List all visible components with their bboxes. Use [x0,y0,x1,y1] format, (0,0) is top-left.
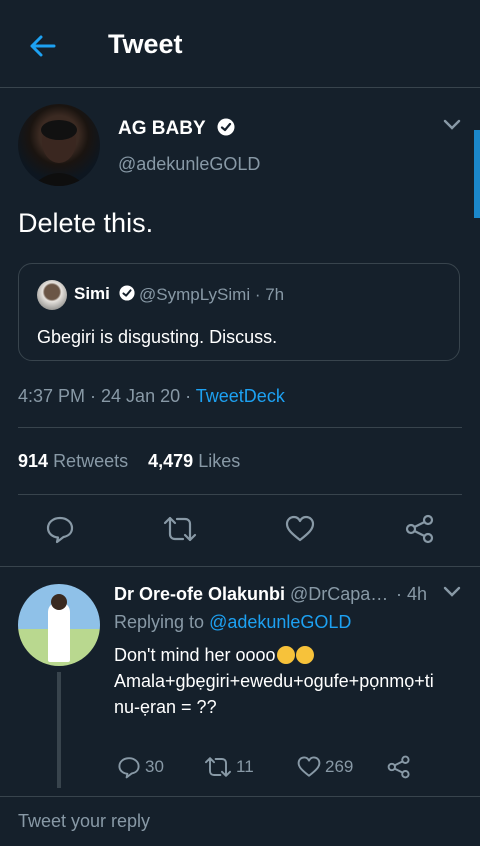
source-link[interactable]: TweetDeck [196,386,285,406]
author-name-text[interactable]: AG BABY [118,118,205,139]
laughing-emoji-icon [295,646,314,664]
reply-actions: 30 11 269 [0,755,480,785]
page-title: Tweet [108,29,183,59]
reply-like-button[interactable]: 269 [297,755,353,779]
retweet-icon [205,757,231,777]
avatar-figure [48,602,70,662]
retweets-label: Retweets [53,451,129,471]
reply-line-3: nu-ẹran = ?? [114,697,217,717]
reply-author-avatar[interactable] [18,584,100,666]
reply-reply-button[interactable]: 30 [117,755,164,779]
reply-time: · 4h [396,584,428,604]
chevron-down-icon[interactable] [442,585,462,599]
share-icon [387,755,410,779]
reply-icon[interactable] [45,514,75,544]
likes-stat[interactable]: 4,479 Likes [148,451,240,471]
retweets-count: 914 [18,451,49,471]
avatar-head [51,594,67,610]
scrollbar[interactable] [474,130,480,218]
retweets-stat[interactable]: 914 Retweets [18,451,128,471]
like-count: 269 [325,757,354,776]
quoted-text: Gbegiri is disgusting. Discuss. [37,327,278,347]
share-icon[interactable] [405,514,435,544]
reply-count: 30 [145,757,164,776]
replying-prefix: Replying to [114,612,210,632]
reply-share-button[interactable] [387,755,411,779]
tweet-text: Delete this. [18,208,154,238]
quoted-tweet[interactable]: Simi @SympLySimi · 7h Gbegiri is disgust… [18,263,460,361]
section-divider [0,566,480,567]
reply-line-2: Amala+gbẹgiri+ewedu+ogufe+pọnmọ+ti [114,671,434,691]
like-heart-icon[interactable] [285,514,315,544]
author-avatar[interactable] [18,104,100,186]
reply-line-1: Don't mind her oooo [114,645,276,665]
reply-text: Don't mind her oooo Amala+gbẹgiri+ewedu+… [114,642,464,720]
divider [18,427,462,428]
reply-input[interactable] [18,811,458,832]
author-name[interactable]: AG BABY [118,118,235,140]
verified-badge-icon [217,118,235,136]
likes-count: 4,479 [148,451,194,471]
back-arrow-icon[interactable] [26,30,58,62]
tweet-actions [0,500,480,560]
top-bar: Tweet [0,0,480,88]
divider [18,494,462,495]
likes-label: Likes [198,451,241,471]
reply-composer [0,796,480,846]
reply-author-handle[interactable]: @DrCapa… [290,584,388,605]
reply-author-name[interactable]: Dr Ore-ofe Olakunbi [114,584,285,605]
tweet-timestamp: 4:37 PM · 24 Jan 20 · TweetDeck [18,386,285,407]
retweet-count: 11 [236,757,254,776]
replying-to-handle[interactable]: @adekunleGOLD [209,612,351,632]
like-heart-icon [297,756,321,777]
author-handle[interactable]: @adekunleGOLD [118,154,260,175]
reply-retweet-button[interactable]: 11 [204,755,254,779]
engagement-stats: 914 Retweets 4,479 Likes [18,451,240,472]
retweet-icon[interactable] [163,514,197,544]
quoted-author: Simi [74,284,135,304]
verified-badge-icon [119,285,135,301]
replying-to: Replying to @adekunleGOLD [114,612,351,633]
reply-icon [118,757,140,779]
quoted-author-name: Simi [74,284,110,303]
time-date: 4:37 PM · 24 Jan 20 · [18,386,196,406]
laughing-emoji-icon [276,646,295,664]
chevron-down-icon[interactable] [442,118,462,132]
quoted-avatar [37,280,67,310]
quoted-handle-time: @SympLySimi · 7h [139,285,285,304]
